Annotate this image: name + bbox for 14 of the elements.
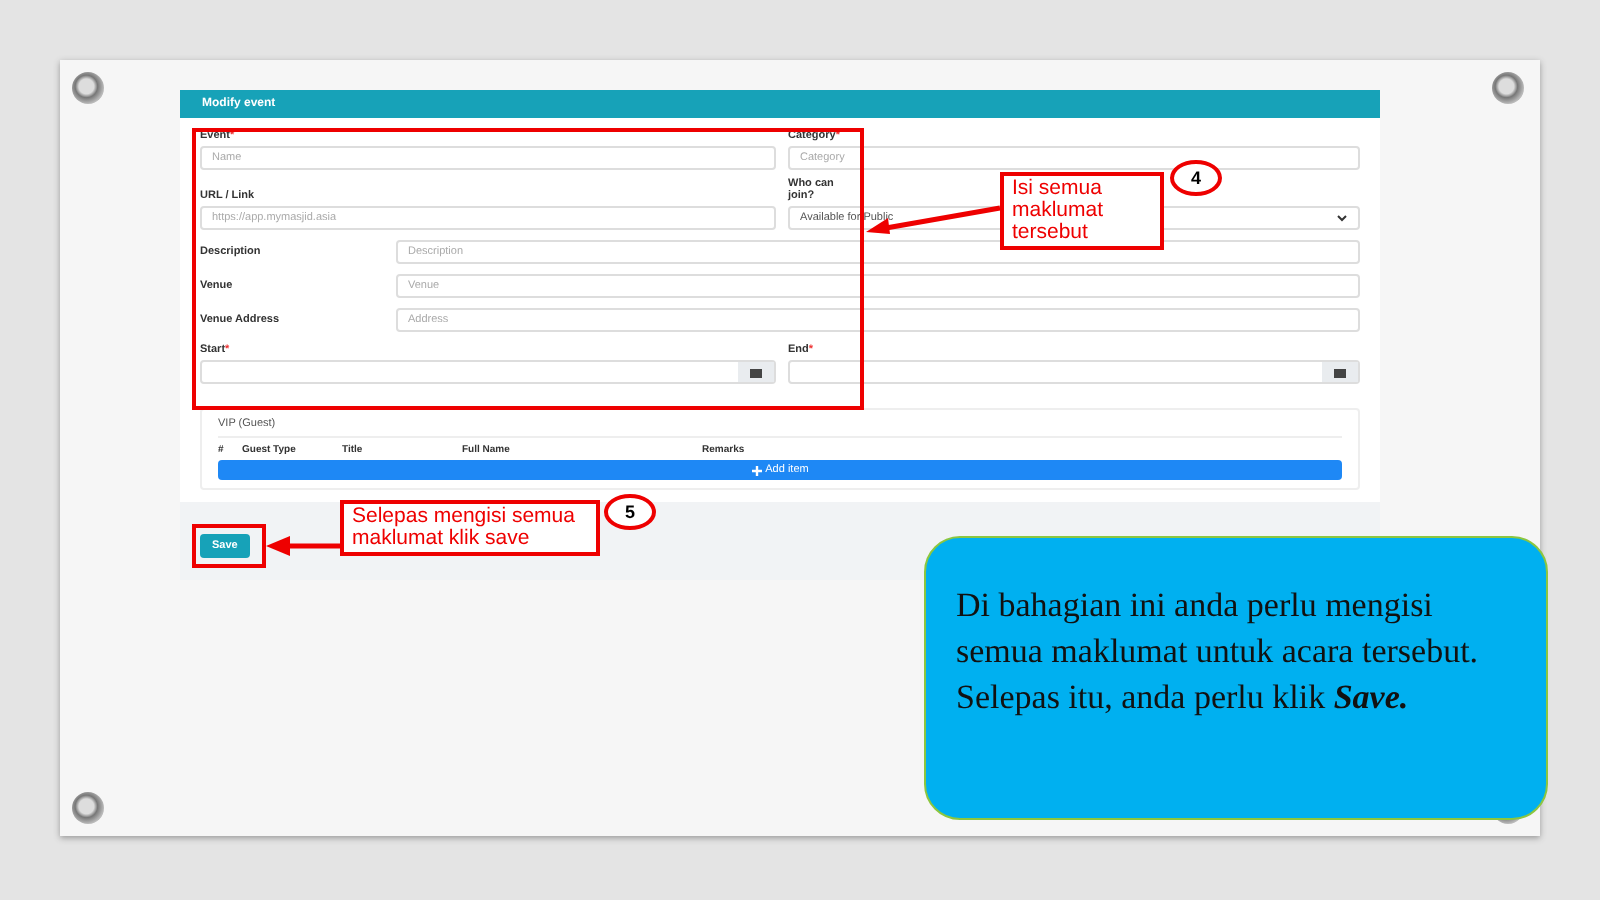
date-field[interactable] (788, 360, 1360, 384)
pin-icon (72, 72, 104, 104)
pointer-arrow (266, 534, 342, 558)
calendar-icon (1334, 367, 1346, 377)
callout-note: Selepas mengisi semua maklumat klik save (340, 500, 600, 556)
chevron-icon (1336, 214, 1348, 222)
pointer-arrow (866, 204, 1002, 236)
pin-icon (72, 792, 104, 824)
pin-icon (1492, 72, 1524, 104)
highlight-frame (192, 524, 266, 568)
plus-icon (751, 465, 762, 475)
date-field[interactable] (200, 360, 776, 384)
calendar-icon (750, 367, 762, 377)
callout-note: Isi semua maklumat tersebut (1000, 172, 1164, 250)
